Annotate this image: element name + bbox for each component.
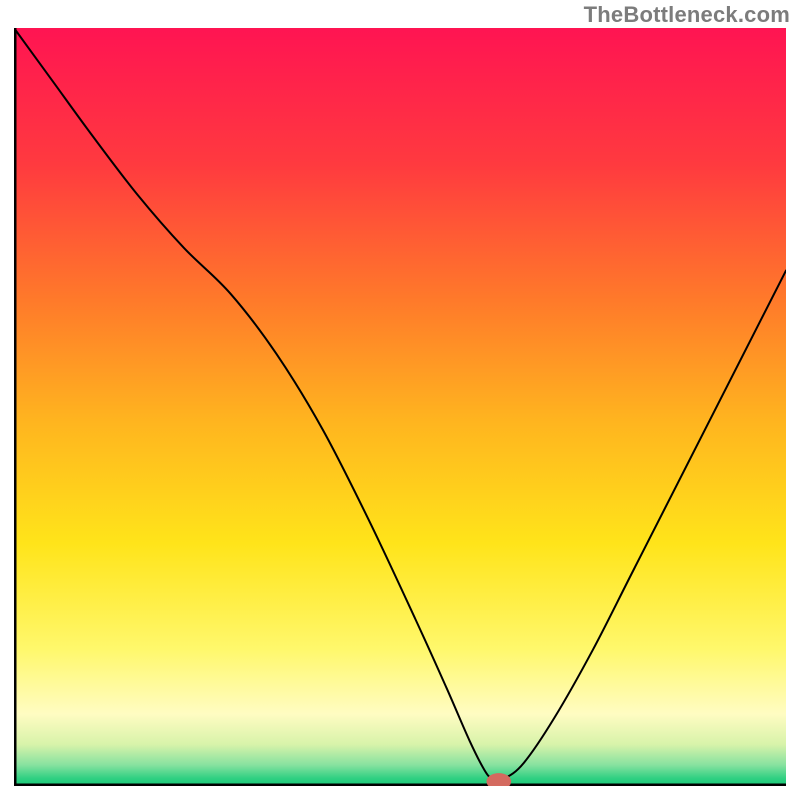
chart-svg	[14, 28, 786, 786]
plot-area	[14, 28, 786, 786]
chart-frame: TheBottleneck.com	[0, 0, 800, 800]
gradient-background	[14, 28, 786, 786]
watermark-text: TheBottleneck.com	[584, 2, 790, 28]
